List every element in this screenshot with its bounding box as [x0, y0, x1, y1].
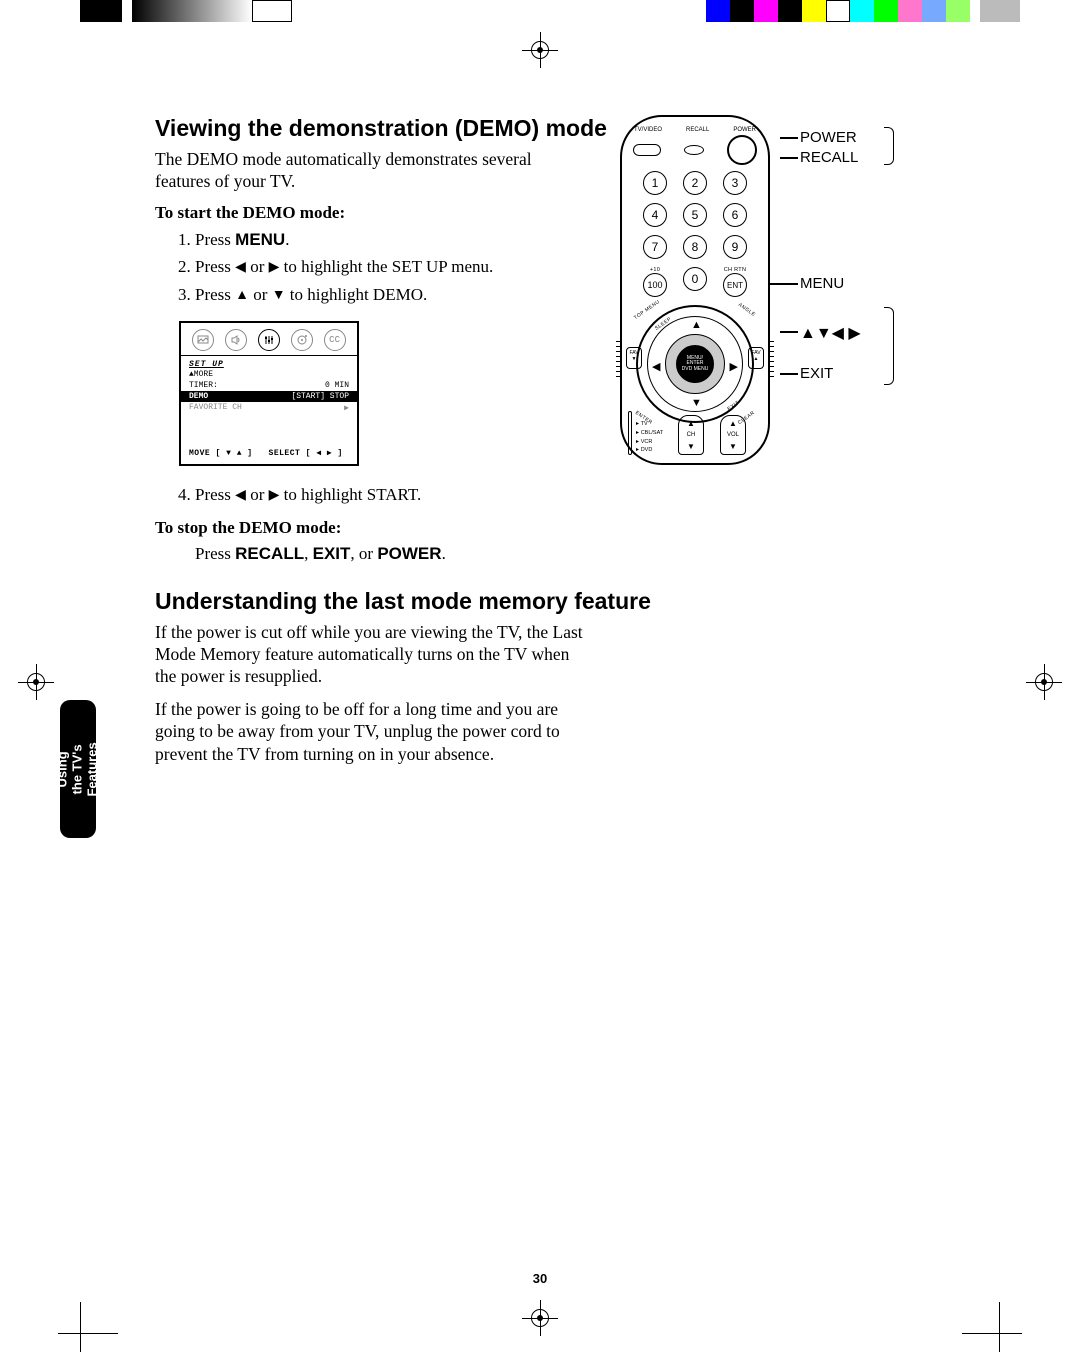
- number-pad: 1 2 3 4 5 6 7 8 9 +10 100 0 CH RTN ENT: [642, 171, 748, 297]
- crop-mark: [80, 1302, 81, 1352]
- callout-recall: RECALL: [800, 149, 858, 166]
- osd-title: SET UP: [189, 360, 349, 369]
- menu-enter-button[interactable]: MENU/ ENTER DVD MENU: [676, 345, 714, 383]
- key-0[interactable]: 0: [683, 267, 707, 291]
- lastmode-p1: If the power is cut off while you are vi…: [155, 621, 595, 688]
- key-6[interactable]: 6: [723, 203, 747, 227]
- right-arrow-icon: ▶: [269, 258, 280, 274]
- nav-up[interactable]: ▲: [691, 319, 702, 331]
- section-heading-lastmode: Understanding the last mode memory featu…: [155, 588, 885, 615]
- osd-setup-icon: [258, 329, 280, 351]
- callout-power: POWER: [800, 129, 857, 146]
- remote-figure: TV/VIDEO RECALL POWER 1 2 3 4 5 6 7 8 9 …: [620, 115, 880, 495]
- label-power: POWER: [733, 127, 756, 133]
- osd-cc-icon: CC: [324, 329, 346, 351]
- osd-dvd-icon: [291, 329, 313, 351]
- lastmode-p2: If the power is going to be off for a lo…: [155, 698, 595, 765]
- step-1: Press MENU.: [195, 227, 595, 253]
- volume-rocker[interactable]: ▲ VOL ▼: [720, 415, 746, 455]
- tvvideo-button[interactable]: [633, 144, 661, 156]
- reg-target-left: [18, 664, 54, 700]
- key-2[interactable]: 2: [683, 171, 707, 195]
- osd-footer: MOVE [ ▼ ▲ ] SELECT [ ◀ ▶ ]: [181, 444, 357, 464]
- left-arrow-icon: ◀: [235, 258, 246, 274]
- callout-arrows: ▲▼◀ ▶: [800, 323, 861, 343]
- osd-icon-row: CC: [181, 323, 357, 356]
- key-5[interactable]: 5: [683, 203, 707, 227]
- key-8[interactable]: 8: [683, 235, 707, 259]
- demo-start-steps: Press MENU. Press ◀ or ▶ to highlight th…: [195, 227, 595, 308]
- fav-up-button[interactable]: FAV ▲: [748, 347, 764, 369]
- demo-start-steps-2: Press ◀ or ▶ to highlight START.: [195, 482, 595, 508]
- key-9[interactable]: 9: [723, 235, 747, 259]
- key-1[interactable]: 1: [643, 171, 667, 195]
- mode-switch[interactable]: [628, 411, 632, 455]
- reg-target-top: [522, 32, 558, 68]
- nav-cluster: MENU/ ENTER DVD MENU ▲ ▼ ◀ ▶ TOP MENU SL…: [636, 305, 754, 423]
- step-2: Press ◀ or ▶ to highlight the SET UP men…: [195, 254, 595, 280]
- nav-down[interactable]: ▼: [691, 397, 702, 409]
- crop-mark: [962, 1333, 1022, 1334]
- nav-left[interactable]: ◀: [652, 360, 660, 373]
- key-ent[interactable]: ENT: [723, 273, 747, 297]
- osd-row-highlighted: DEMO[START] STOP: [181, 391, 357, 402]
- key-7[interactable]: 7: [643, 235, 667, 259]
- left-arrow-icon: ◀: [235, 486, 246, 502]
- down-arrow-icon: ▼: [272, 286, 286, 302]
- reg-target-right: [1026, 664, 1062, 700]
- demo-intro: The DEMO mode automatically demonstrates…: [155, 148, 585, 193]
- osd-setup-box: CC SET UP ▲MORE TIMER:0 MIN DEMO[START] …: [179, 321, 359, 466]
- mode-list: TV CBL/SAT VCR DVD: [636, 420, 663, 455]
- label-recall: RECALL: [686, 127, 709, 133]
- reg-target-bottom: [522, 1300, 558, 1336]
- label-tvvideo: TV/VIDEO: [634, 127, 662, 133]
- step-3: Press ▲ or ▼ to highlight DEMO.: [195, 282, 595, 308]
- nav-right[interactable]: ▶: [730, 360, 738, 373]
- recall-button[interactable]: [684, 145, 704, 155]
- callout-brace-nav: [884, 307, 894, 385]
- crop-mark: [999, 1302, 1000, 1352]
- right-arrow-icon: ▶: [269, 486, 280, 502]
- osd-body: SET UP ▲MORE TIMER:0 MIN DEMO[START] STO…: [181, 356, 357, 444]
- step-4: Press ◀ or ▶ to highlight START.: [195, 482, 595, 508]
- callout-brace-top: [884, 127, 894, 165]
- osd-row: ▲MORE: [189, 369, 349, 380]
- demo-stop-line: Press RECALL, EXIT, or POWER.: [195, 542, 885, 566]
- chapter-tab: Using the TV's Features: [60, 700, 96, 838]
- osd-row: TIMER:0 MIN: [189, 380, 349, 391]
- remote-body: TV/VIDEO RECALL POWER 1 2 3 4 5 6 7 8 9 …: [620, 115, 770, 465]
- print-registration-top: [0, 0, 1080, 22]
- key-100[interactable]: 100: [643, 273, 667, 297]
- crop-mark: [58, 1333, 118, 1334]
- demo-stop-heading: To stop the DEMO mode:: [155, 518, 885, 538]
- callout-exit: EXIT: [800, 365, 833, 382]
- osd-audio-icon: [225, 329, 247, 351]
- fav-down-button[interactable]: FAV ▼: [626, 347, 642, 369]
- channel-rocker[interactable]: ▲ CH ▼: [678, 415, 704, 455]
- key-3[interactable]: 3: [723, 171, 747, 195]
- osd-row: FAVORITE CH▶: [189, 402, 349, 414]
- key-4[interactable]: 4: [643, 203, 667, 227]
- up-arrow-icon: ▲: [235, 286, 249, 302]
- callout-menu: MENU: [800, 275, 844, 292]
- page-number: 30: [0, 1271, 1080, 1286]
- osd-picture-icon: [192, 329, 214, 351]
- power-button[interactable]: [727, 135, 757, 165]
